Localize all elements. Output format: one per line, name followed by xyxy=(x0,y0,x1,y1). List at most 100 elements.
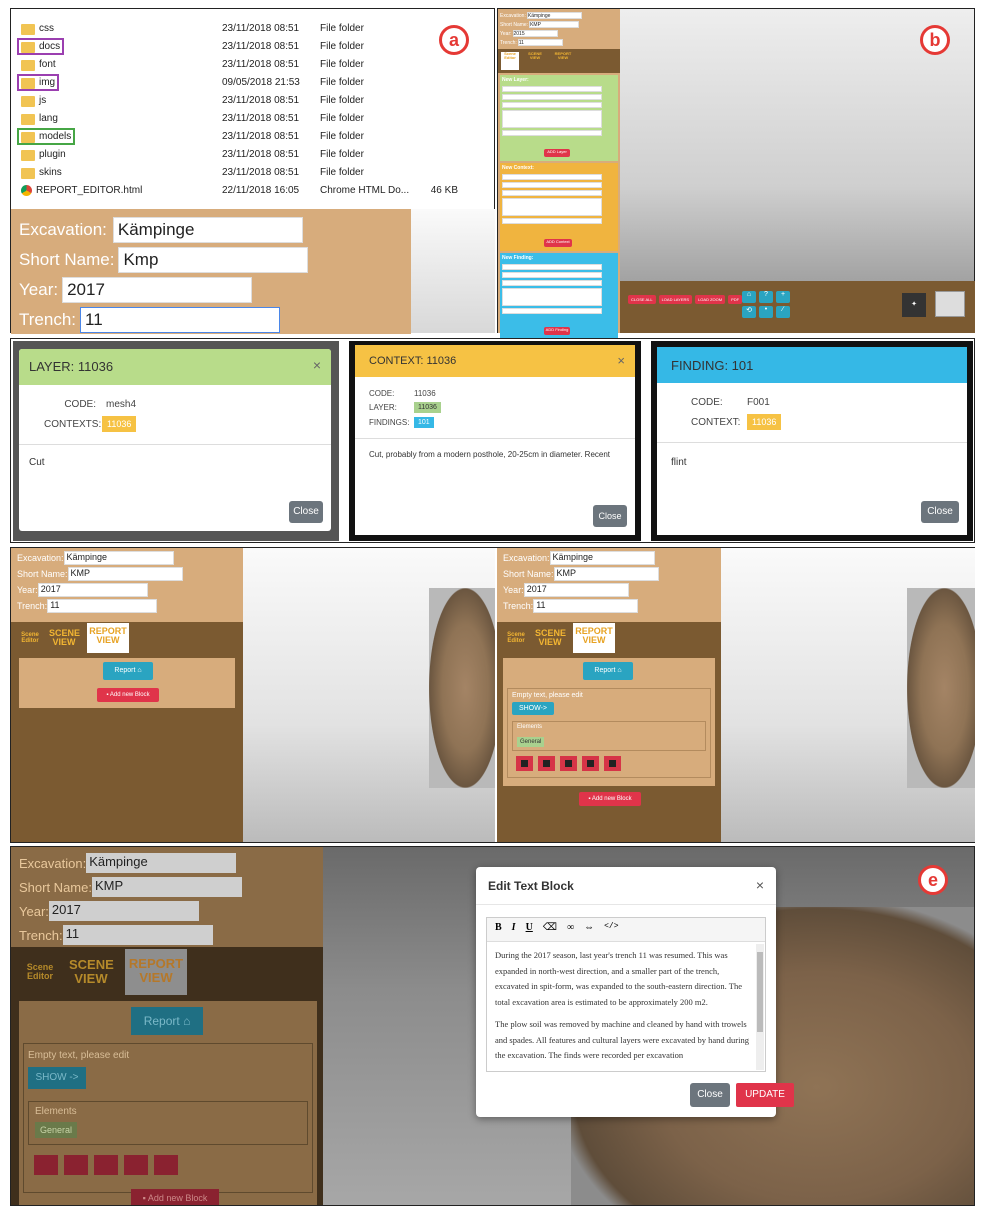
measure-icon[interactable]: ∕ xyxy=(776,306,790,318)
rotate-icon[interactable]: ⟲ xyxy=(742,306,756,318)
duplicate-icon[interactable] xyxy=(582,756,599,771)
year-input[interactable]: 2017 xyxy=(62,277,253,303)
b-add-context-button[interactable]: ADD Context xyxy=(544,239,572,247)
close-x-icon[interactable]: × xyxy=(756,877,764,893)
bold-icon[interactable]: B xyxy=(495,922,502,937)
add-block-button[interactable]: ▪ Add new Block xyxy=(97,688,159,702)
b-load-zoom-button[interactable]: LOAD ZOOM xyxy=(695,295,726,304)
view-cube-icon[interactable] xyxy=(935,291,965,317)
finding-context-chip[interactable]: 11036 xyxy=(747,414,782,430)
plus-icon[interactable]: + xyxy=(776,291,790,303)
tab-scene-view[interactable]: SCENE VIEW xyxy=(69,958,114,985)
tab-scene-editor[interactable]: Scene Editor xyxy=(19,632,41,645)
file-row[interactable]: img 09/05/2018 21:53 File folder xyxy=(17,73,487,91)
tab-report-view[interactable]: REPORT VIEW xyxy=(125,949,187,995)
file-row[interactable]: font 23/11/2018 08:51 File folder xyxy=(17,55,487,73)
delete-icon[interactable] xyxy=(604,756,621,771)
report-button[interactable]: Report ⌂ xyxy=(131,1007,203,1035)
underline-icon[interactable]: U xyxy=(526,922,533,937)
layer-context-chip[interactable]: 11036 xyxy=(102,416,137,432)
editor-content[interactable]: During the 2017 season, last year's tren… xyxy=(487,942,765,1071)
close-x-icon[interactable]: × xyxy=(617,353,625,368)
copy-icon[interactable] xyxy=(94,1155,118,1175)
tab-report-view[interactable]: REPORT VIEW xyxy=(87,623,129,653)
e-short-input[interactable]: KMP xyxy=(91,877,242,897)
context-layer-chip[interactable]: 11036 xyxy=(414,402,441,413)
b-add-layer-button[interactable]: ADD Layer xyxy=(544,149,570,157)
context-finding-chip[interactable]: 101 xyxy=(414,417,434,428)
file-row[interactable]: js 23/11/2018 08:51 File folder xyxy=(17,91,487,109)
show-button[interactable]: SHOW -> xyxy=(28,1067,86,1089)
b-trench-input[interactable]: 11 xyxy=(517,39,563,46)
b-tab-scene-editor[interactable]: Scene Editor xyxy=(501,51,519,70)
file-row[interactable]: models 23/11/2018 08:51 File folder xyxy=(17,127,487,145)
b-tab-scene-view[interactable]: SCENE VIEW xyxy=(523,51,547,70)
report-button[interactable]: Report ⌂ xyxy=(103,662,153,680)
italic-icon[interactable]: I xyxy=(512,922,516,937)
file-row[interactable]: lang 23/11/2018 08:51 File folder xyxy=(17,109,487,127)
file-date: 22/11/2018 16:05 xyxy=(222,184,300,196)
d-trench-input[interactable]: 11 xyxy=(47,599,158,613)
file-row[interactable]: skins 23/11/2018 08:51 File folder xyxy=(17,163,487,181)
file-row[interactable]: plugin 23/11/2018 08:51 File folder xyxy=(17,145,487,163)
unlink-icon[interactable]: ⇔ xyxy=(584,922,594,937)
folder-icon xyxy=(21,131,35,143)
b-close-all-button[interactable]: CLOSE ALL xyxy=(628,295,656,304)
edit-icon[interactable] xyxy=(516,756,533,771)
eraser-icon[interactable]: ⌫ xyxy=(543,922,557,937)
context-close-button[interactable]: Close xyxy=(593,505,627,527)
d2-excavation-input[interactable]: Kämpinge xyxy=(549,551,655,565)
d2-short-input[interactable]: KMP xyxy=(553,567,659,581)
duplicate-icon[interactable] xyxy=(124,1155,148,1175)
edit-icon[interactable] xyxy=(34,1155,58,1175)
d2-year-input[interactable]: 2017 xyxy=(523,583,629,597)
help-icon[interactable]: ? xyxy=(759,291,773,303)
b-excavation-input[interactable]: Kämpinge xyxy=(526,12,582,19)
file-row[interactable]: docs 23/11/2018 08:51 File folder xyxy=(17,37,487,55)
panel-b: b Excavation: Kämpinge Short Name: KMP Yea… xyxy=(497,8,975,339)
add-block-button[interactable]: ▪ Add new Block xyxy=(131,1189,219,1205)
layer-close-button[interactable]: Close xyxy=(289,501,323,523)
tab-scene-view[interactable]: SCENE VIEW xyxy=(535,628,566,648)
tab-scene-editor[interactable]: Scene Editor xyxy=(23,962,57,982)
d-year-input[interactable]: 2017 xyxy=(37,583,148,597)
dialog-close-button[interactable]: Close xyxy=(690,1083,730,1107)
finding-close-button[interactable]: Close xyxy=(921,501,959,523)
pin-icon[interactable]: • xyxy=(759,306,773,318)
show-button[interactable]: SHOW-> xyxy=(512,702,554,715)
d-excavation-input[interactable]: Kämpinge xyxy=(63,551,174,565)
b-year-input[interactable]: 2015 xyxy=(512,30,558,37)
file-row[interactable]: css 23/11/2018 08:51 File folder xyxy=(17,19,487,37)
image-icon[interactable] xyxy=(538,756,555,771)
code-icon[interactable]: </> xyxy=(604,922,618,937)
e-year-input[interactable]: 2017 xyxy=(48,901,199,921)
e-excavation-input[interactable]: Kämpinge xyxy=(86,853,237,873)
trench-input[interactable]: 11 xyxy=(80,307,281,333)
tab-report-view[interactable]: REPORT VIEW xyxy=(573,623,615,653)
excavation-input[interactable]: Kämpinge xyxy=(112,217,303,243)
file-row[interactable]: REPORT_EDITOR.html 22/11/2018 16:05 Chrome… xyxy=(17,181,487,199)
short-name-input[interactable]: Kmp xyxy=(118,247,309,273)
b-load-layers-button[interactable]: LOAD LAYERS xyxy=(658,295,693,304)
home-icon[interactable]: ⌂ xyxy=(742,291,756,303)
copy-icon[interactable] xyxy=(560,756,577,771)
b-pdf-button[interactable]: PDF xyxy=(728,295,743,304)
d-short-input[interactable]: KMP xyxy=(67,567,183,581)
editor-scrollbar[interactable] xyxy=(756,944,764,1070)
b-tab-report-view[interactable]: REPORT VIEW xyxy=(551,51,575,70)
close-x-icon[interactable]: × xyxy=(313,357,321,373)
tab-scene-editor[interactable]: Scene Editor xyxy=(505,632,527,645)
e-trench-input[interactable]: 11 xyxy=(62,925,213,945)
general-chip[interactable]: General xyxy=(35,1122,78,1138)
b-short-input[interactable]: KMP xyxy=(529,21,580,28)
tab-scene-view[interactable]: SCENE VIEW xyxy=(49,628,80,648)
report-button[interactable]: Report ⌂ xyxy=(583,662,633,680)
add-block-button[interactable]: ▪ Add new Block xyxy=(579,792,641,806)
general-chip[interactable]: General xyxy=(517,737,545,747)
link-icon[interactable]: ∞ xyxy=(567,922,574,937)
d2-trench-input[interactable]: 11 xyxy=(533,599,639,613)
delete-icon[interactable] xyxy=(154,1155,178,1175)
dialog-update-button[interactable]: UPDATE xyxy=(736,1083,794,1107)
image-icon[interactable] xyxy=(64,1155,88,1175)
b-add-finding-button[interactable]: ADD Finding xyxy=(544,327,570,335)
